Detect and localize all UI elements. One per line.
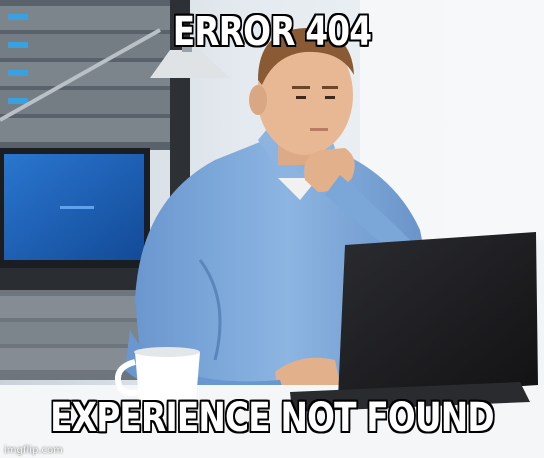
meme-image: ERROR 404 EXPERIENCE NOT FOUND imgflip.c… xyxy=(0,0,544,458)
office-photo xyxy=(0,0,544,458)
bottom-caption: EXPERIENCE NOT FOUND xyxy=(50,395,495,441)
top-caption: ERROR 404 xyxy=(172,9,372,55)
desktop-monitor xyxy=(0,148,150,290)
watermark: imgflip.com xyxy=(4,445,63,456)
